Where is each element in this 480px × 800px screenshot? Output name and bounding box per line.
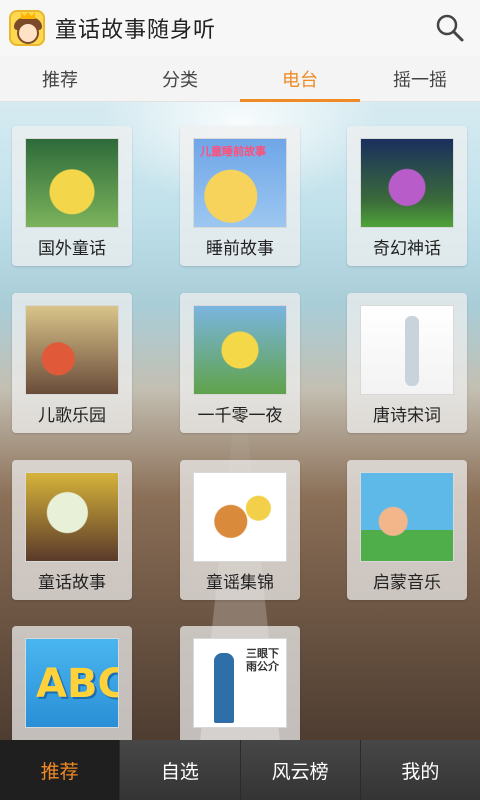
top-tabs: 推荐 分类 电台 摇一摇: [0, 56, 480, 102]
app-title: 童话故事随身听: [55, 18, 217, 43]
bottom-nav-mine[interactable]: 我的: [359, 740, 480, 800]
app-logo-icon: [9, 10, 45, 46]
station-tile[interactable]: 唐诗宋词: [347, 293, 467, 433]
station-label: 一千零一夜: [197, 406, 283, 426]
bottom-nav-rankings[interactable]: 风云榜: [239, 740, 360, 800]
station-tile[interactable]: ABC: [12, 626, 132, 740]
art-caption: 三眼下雨公介: [246, 647, 279, 673]
station-tile[interactable]: 启蒙音乐: [347, 460, 467, 600]
station-tile[interactable]: 国外童话: [12, 126, 132, 266]
station-tile[interactable]: 童话故事: [12, 460, 132, 600]
tab-shake[interactable]: 摇一摇: [360, 56, 480, 101]
child-on-moon-image: 儿童睡前故事: [193, 138, 287, 228]
ancient-poet-image: [360, 305, 454, 395]
station-label: 童谣集锦: [206, 573, 274, 593]
station-tile[interactable]: 一千零一夜: [180, 293, 300, 433]
station-label: 儿歌乐园: [38, 406, 106, 426]
art-caption: 儿童睡前故事: [200, 145, 266, 158]
station-tile[interactable]: 儿童睡前故事 睡前故事: [180, 126, 300, 266]
old-storyteller-image: [25, 472, 119, 562]
abc-letters-image: ABC: [25, 638, 119, 728]
station-tile[interactable]: 三眼下雨公介: [180, 626, 300, 740]
station-label: 奇幻神话: [373, 239, 441, 259]
station-label: 睡前故事: [206, 239, 274, 259]
station-label: 童话故事: [38, 573, 106, 593]
bottom-nav-recommend[interactable]: 推荐: [0, 740, 120, 800]
guitar-singers-image: [193, 472, 287, 562]
station-tile[interactable]: 奇幻神话: [347, 126, 467, 266]
station-tile[interactable]: 儿歌乐园: [12, 293, 132, 433]
station-label: 唐诗宋词: [373, 406, 441, 426]
xiangsheng-performer-image: 三眼下雨公介: [193, 638, 287, 728]
station-label: 国外童话: [38, 239, 106, 259]
princess-and-dwarfs-image: [193, 305, 287, 395]
art-caption: ABC: [36, 661, 119, 707]
fantasy-house-image: [360, 138, 454, 228]
tab-radio[interactable]: 电台: [240, 56, 360, 102]
search-icon[interactable]: [434, 12, 466, 44]
station-grid: 国外童话 儿童睡前故事 睡前故事 奇幻神话 儿歌乐园 一千零一夜 唐诗宋词 童话…: [0, 102, 480, 740]
tab-recommend[interactable]: 推荐: [0, 56, 120, 101]
cartoon-kids-image: [25, 305, 119, 395]
station-label: 启蒙音乐: [373, 573, 441, 593]
tab-category[interactable]: 分类: [120, 56, 240, 101]
station-tile[interactable]: 童谣集锦: [180, 460, 300, 600]
fairy-in-flower-image: [25, 138, 119, 228]
bottom-nav-favorites[interactable]: 自选: [119, 740, 240, 800]
bottom-nav: 推荐 自选 风云榜 我的: [0, 740, 480, 800]
app-bar: 童话故事随身听: [0, 0, 480, 56]
child-with-headphones-image: [360, 472, 454, 562]
